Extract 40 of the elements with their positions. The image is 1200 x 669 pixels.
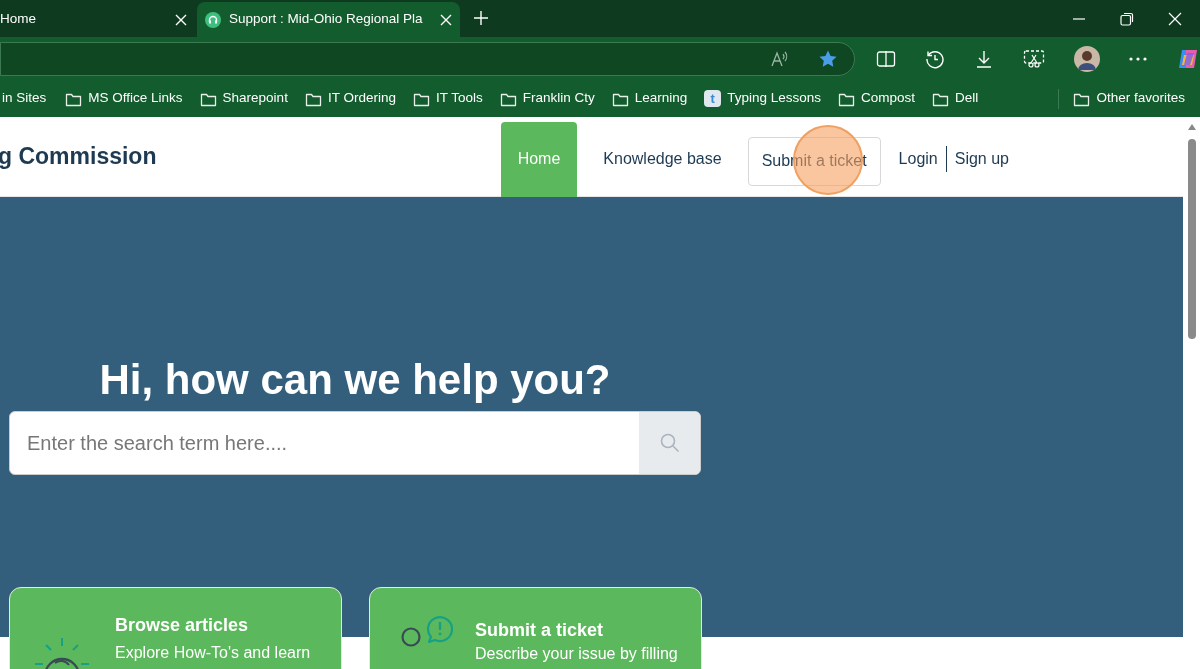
close-icon[interactable] (175, 13, 187, 26)
bookmark[interactable]: MS Office Links (65, 88, 183, 109)
tab-title: Home (0, 10, 37, 29)
card-title: Submit a ticket (475, 619, 605, 642)
tab-title: Support : Mid-Ohio Regional Pla (229, 10, 424, 29)
hero-heading: Hi, how can we help you? (98, 355, 612, 405)
nav-link[interactable]: Knowledge base (577, 121, 748, 197)
scroll-up-icon[interactable] (1186, 123, 1197, 131)
search-icon (659, 433, 680, 453)
bookmark[interactable]: Other favorites (1073, 88, 1185, 109)
card-text: Explore How-To's and learn (115, 643, 311, 663)
restore-icon[interactable] (1120, 11, 1134, 26)
bookmark[interactable]: Franklin Cty (499, 88, 595, 109)
new-tab-icon[interactable] (473, 10, 489, 26)
browser-tab[interactable]: Support : Mid-Ohio Regional Pla (197, 2, 460, 37)
more-icon[interactable] (1129, 55, 1147, 62)
close-icon[interactable] (440, 13, 452, 26)
scroll-thumb[interactable] (1187, 139, 1196, 339)
bookmark[interactable]: in Sites (2, 88, 47, 109)
bookmark[interactable]: Dell (932, 88, 979, 109)
site-icon: t (704, 90, 722, 107)
close-icon[interactable] (1168, 11, 1182, 26)
card-text: Describe your issue by filling (475, 644, 678, 664)
read-aloud-icon[interactable] (770, 49, 790, 68)
login-link[interactable]: Login (898, 121, 946, 197)
card-title: Browse articles (115, 614, 250, 637)
bookmark[interactable]: Sharepoint (199, 88, 288, 109)
profile-avatar[interactable] (1074, 45, 1100, 72)
download-icon[interactable] (974, 48, 994, 69)
bookmark[interactable]: IT Ordering (304, 88, 396, 109)
bookmark[interactable]: Learning (611, 88, 688, 109)
signup-link[interactable]: Sign up (946, 121, 1009, 197)
headset-icon (205, 11, 221, 28)
screenshot-icon[interactable] (1023, 48, 1045, 69)
bookmark[interactable]: IT Tools (412, 88, 483, 109)
split-screen-icon[interactable] (876, 49, 896, 68)
bookmark[interactable]: Compost (838, 88, 916, 109)
bookmark[interactable]: t Typing Lessons (704, 88, 822, 109)
browser-tab[interactable]: Home (0, 2, 195, 37)
history-icon[interactable] (925, 48, 945, 69)
